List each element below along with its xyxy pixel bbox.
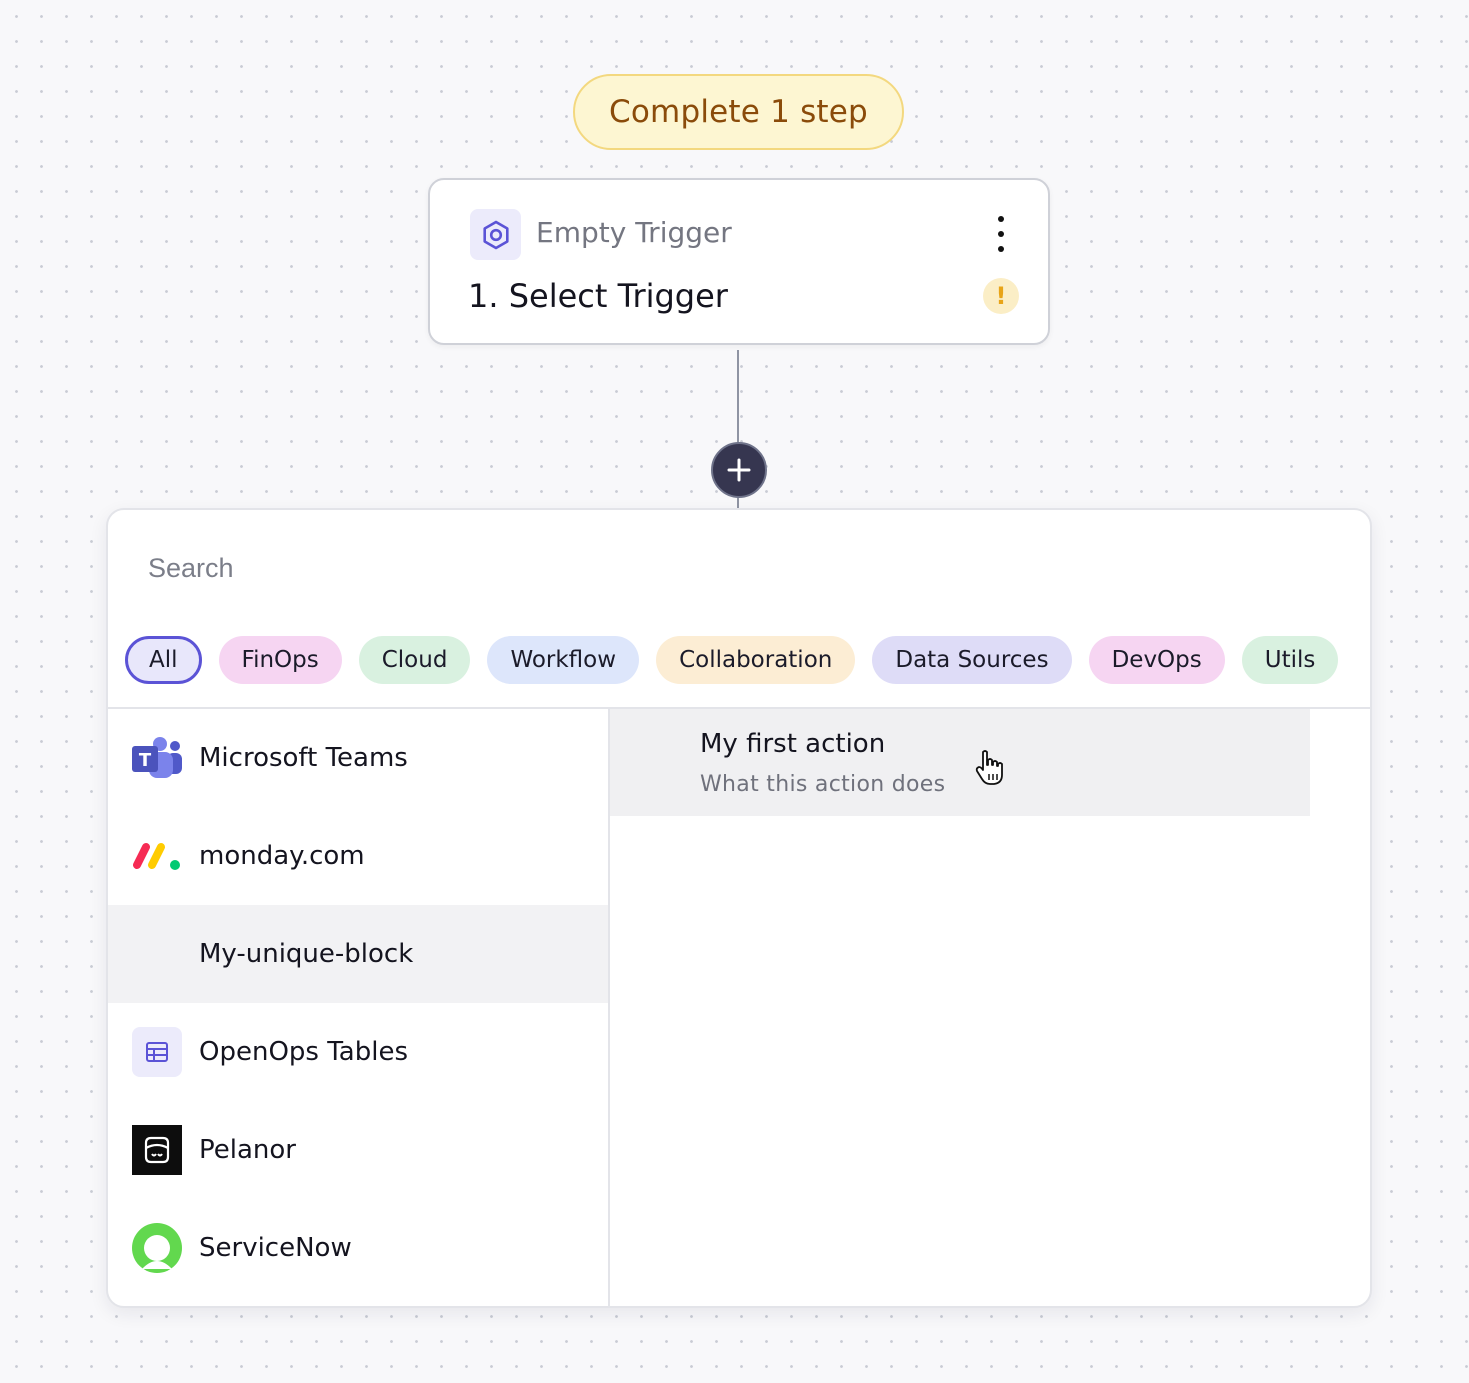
block-name: monday.com xyxy=(199,841,365,871)
category-chip-devops[interactable]: DevOps xyxy=(1088,636,1225,684)
pelanor-icon xyxy=(132,1125,182,1175)
block-selector-panel: All FinOps Cloud Workflow Collaboration … xyxy=(106,508,1372,1308)
block-item-microsoft-teams[interactable]: T Microsoft Teams xyxy=(108,709,608,807)
complete-steps-banner[interactable]: Complete 1 step xyxy=(573,74,904,150)
category-chip-all[interactable]: All xyxy=(125,636,202,684)
block-name: OpenOps Tables xyxy=(199,1037,409,1067)
add-step-button[interactable] xyxy=(711,442,767,498)
svg-text:T: T xyxy=(139,750,152,771)
block-name: Microsoft Teams xyxy=(199,743,408,773)
block-list: T Microsoft Teams monday.com My-unique-b… xyxy=(108,709,608,1297)
category-chip-workflow[interactable]: Workflow xyxy=(487,636,640,684)
block-item-pelanor[interactable]: Pelanor xyxy=(108,1101,608,1199)
trigger-step-title: 1. Select Trigger xyxy=(468,277,728,315)
block-name: Pelanor xyxy=(199,1135,296,1165)
trigger-hexagon-icon xyxy=(470,209,521,260)
action-item[interactable]: My first action What this action does xyxy=(610,709,1310,816)
block-name: My-unique-block xyxy=(199,939,414,969)
trigger-step-card[interactable]: Empty Trigger 1. Select Trigger ! xyxy=(428,178,1050,345)
block-name: ServiceNow xyxy=(199,1233,352,1263)
category-chip-data-sources[interactable]: Data Sources xyxy=(872,636,1072,684)
block-item-servicenow[interactable]: ServiceNow xyxy=(108,1199,608,1297)
category-filter-bar: All FinOps Cloud Workflow Collaboration … xyxy=(125,636,1339,684)
trigger-type-label: Empty Trigger xyxy=(536,216,732,249)
search-input[interactable] xyxy=(148,550,1328,586)
action-description: What this action does xyxy=(700,772,946,797)
category-chip-finops[interactable]: FinOps xyxy=(218,636,342,684)
servicenow-icon xyxy=(132,1223,182,1273)
category-chip-collaboration[interactable]: Collaboration xyxy=(656,636,856,684)
block-item-monday[interactable]: monday.com xyxy=(108,807,608,905)
block-item-my-unique-block[interactable]: My-unique-block xyxy=(108,905,608,1003)
warning-icon: ! xyxy=(983,278,1019,314)
plus-icon xyxy=(727,458,751,482)
monday-icon xyxy=(132,831,182,881)
category-chip-utils[interactable]: Utils xyxy=(1241,636,1339,684)
block-item-openops-tables[interactable]: OpenOps Tables xyxy=(108,1003,608,1101)
action-title: My first action xyxy=(700,729,886,759)
microsoft-teams-icon: T xyxy=(132,733,182,783)
category-chip-cloud[interactable]: Cloud xyxy=(358,636,471,684)
more-options-icon[interactable] xyxy=(990,216,1012,252)
block-logo-placeholder xyxy=(132,929,182,979)
hand-pointer-icon xyxy=(974,749,1008,791)
table-icon xyxy=(132,1027,182,1077)
